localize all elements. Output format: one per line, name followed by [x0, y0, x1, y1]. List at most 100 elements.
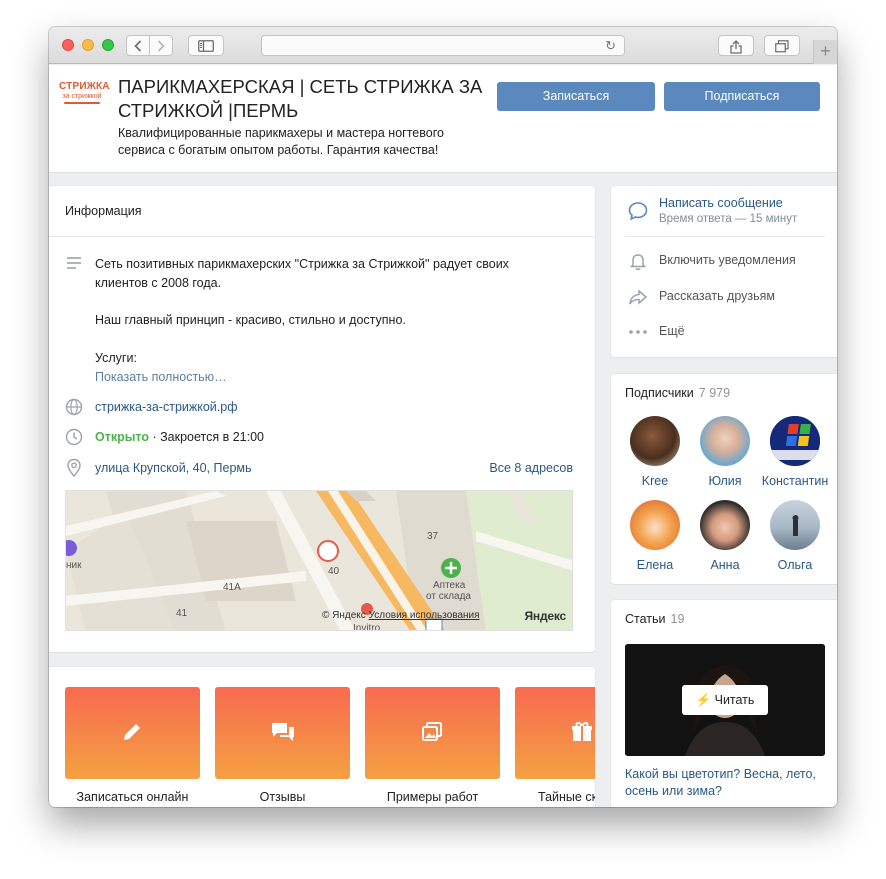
map-label-41a: 41А [223, 582, 241, 593]
yandex-logo[interactable]: Яндекс [525, 609, 567, 623]
chat-icon [272, 723, 294, 741]
app-label-gallery[interactable]: Примеры работ [365, 790, 500, 804]
subscribers-count: 7 979 [698, 386, 731, 400]
pencil-icon [124, 724, 140, 740]
zoom-window-button[interactable] [102, 39, 114, 51]
map-copyright: © Яндекс Условия использования [322, 610, 480, 621]
subscribers-heading[interactable]: Подписчики 7 979 [625, 386, 730, 400]
articles-title: Статьи [625, 612, 666, 626]
description-paragraph-2: Наш главный принцип - красиво, стильно и… [95, 313, 406, 327]
avatar-kree[interactable] [630, 416, 680, 466]
tell-friends-link[interactable]: Рассказать друзьям [659, 289, 775, 303]
subscriber-name-yulia[interactable]: Юлия [685, 474, 765, 488]
subscriber-name-konstantin[interactable]: Константин [755, 474, 835, 488]
description-paragraph-3: Услуги: [95, 351, 137, 365]
lightning-icon: ⚡ [695, 693, 712, 707]
map-copyright-text: © Яндекс [322, 610, 366, 621]
enable-notifications-link[interactable]: Включить уведомления [659, 253, 796, 267]
app-tile-gallery[interactable] [365, 687, 500, 779]
actions-card: Написать сообщение Время ответа — 15 мин… [611, 186, 837, 357]
app-tile-reviews[interactable] [215, 687, 350, 779]
community-description: Квалифицированные парикмахеры и мастера … [118, 126, 444, 157]
browser-toolbar: ↻ + [49, 27, 837, 64]
logo-line2: за стрижкой [62, 93, 102, 100]
subscribe-button[interactable]: Подписаться [664, 82, 820, 111]
book-button[interactable]: Записаться [497, 82, 655, 111]
avatar-anna[interactable] [700, 500, 750, 550]
more-dots-icon [627, 320, 649, 342]
closing-time: · Закроется в 21:00 [149, 430, 265, 444]
description-paragraph-1: Сеть позитивных парикмахерских "Стрижка … [95, 257, 509, 290]
globe-icon [65, 398, 85, 418]
app-tile-gift[interactable] [515, 687, 595, 779]
message-icon [627, 200, 649, 222]
subscriber-name-anna[interactable]: Анна [685, 558, 765, 572]
open-status: Открыто [95, 430, 150, 444]
article-cover-image[interactable]: ⚡ Читать [625, 644, 825, 756]
location-pin-icon [65, 458, 85, 478]
subscriber-name-kree[interactable]: Kree [615, 474, 695, 488]
avatar-konstantin[interactable] [770, 416, 820, 466]
map-label-37: 37 [427, 531, 439, 542]
more-link[interactable]: Ещё [659, 324, 685, 338]
logo-line1: СТРИЖКА [59, 81, 110, 92]
map-label-pharmacy-sub: от склада [426, 591, 471, 602]
avatar-yulia[interactable] [700, 416, 750, 466]
reload-icon[interactable]: ↻ [605, 36, 616, 55]
app-tile-booking[interactable] [65, 687, 200, 779]
address-link[interactable]: улица Крупской, 40, Пермь [95, 461, 252, 475]
avatar-elena[interactable] [630, 500, 680, 550]
map[interactable]: 41 41А 40 37 Аптека от склада ник Invitr… [65, 490, 573, 631]
map-label-pharmacy: Аптека [433, 580, 466, 591]
opening-hours: Открыто · Закроется в 21:00 [95, 430, 264, 444]
articles-heading[interactable]: Статьи 19 [625, 612, 684, 626]
gallery-icon [422, 722, 442, 741]
website-link[interactable]: стрижка-за-стрижкой.рф [95, 400, 238, 414]
new-tab-button[interactable]: + [813, 40, 837, 64]
sidebar-icon [198, 40, 214, 52]
write-message-link[interactable]: Написать сообщение [659, 196, 783, 210]
text-lines-icon [65, 255, 85, 275]
address-bar[interactable]: ↻ [261, 35, 625, 56]
minimize-window-button[interactable] [82, 39, 94, 51]
info-heading: Информация [65, 204, 142, 218]
sidebar-toggle-button[interactable] [188, 35, 224, 56]
subscribers-title: Подписчики [625, 386, 694, 400]
community-logo[interactable]: СТРИЖКА за стрижкой [59, 81, 110, 111]
app-label-gift[interactable]: Тайные ск [538, 790, 595, 804]
articles-card: Статьи 19 ⚡ Читать Какой вы цветотип? Вес… [611, 600, 837, 807]
article-title-link[interactable]: Какой вы цветотип? Весна, лето, осень ил… [625, 766, 830, 800]
tabs-icon [775, 40, 789, 53]
subscribers-card: Подписчики 7 979 Kree Юлия Константин Еле… [611, 374, 837, 584]
map-label-41: 41 [176, 608, 188, 619]
tabs-overview-button[interactable] [764, 35, 800, 56]
response-time: Время ответа — 15 минут [659, 213, 798, 225]
subscriber-name-olga[interactable]: Ольга [755, 558, 835, 572]
show-more-link[interactable]: Показать полностью… [95, 370, 227, 384]
map-streets [66, 491, 572, 630]
subscriber-name-elena[interactable]: Елена [615, 558, 695, 572]
actions-divider [625, 236, 825, 237]
all-addresses-link[interactable]: Все 8 адресов [489, 461, 573, 475]
apps-card: Записаться онлайн Отзывы Примеры работ Т… [49, 667, 595, 807]
browser-window: ↻ + СТРИЖКА за стрижкой ПАРИКМАХЕРСКАЯ |… [49, 27, 837, 807]
app-label-reviews[interactable]: Отзывы [215, 790, 350, 804]
share-button[interactable] [718, 35, 754, 56]
back-button[interactable] [126, 35, 150, 56]
chevron-right-icon [157, 40, 165, 52]
app-label-booking[interactable]: Записаться онлайн [65, 790, 200, 804]
share-icon [730, 40, 742, 54]
map-terms-link[interactable]: Условия использования [369, 610, 480, 621]
share-arrow-icon [627, 286, 649, 308]
avatar-olga[interactable] [770, 500, 820, 550]
bell-icon [627, 250, 649, 272]
forward-button[interactable] [149, 35, 173, 56]
chevron-left-icon [134, 40, 142, 52]
read-button[interactable]: ⚡ Читать [682, 685, 768, 715]
read-button-label: Читать [714, 693, 755, 707]
close-window-button[interactable] [62, 39, 74, 51]
info-card: Информация Сеть позитивных парикмахерски… [49, 186, 595, 652]
page-title: ПАРИКМАХЕРСКАЯ | СЕТЬ СТРИЖКА ЗА СТРИЖКО… [118, 76, 483, 121]
map-label-invitro: Invitro [353, 623, 381, 631]
gift-icon [572, 722, 592, 741]
